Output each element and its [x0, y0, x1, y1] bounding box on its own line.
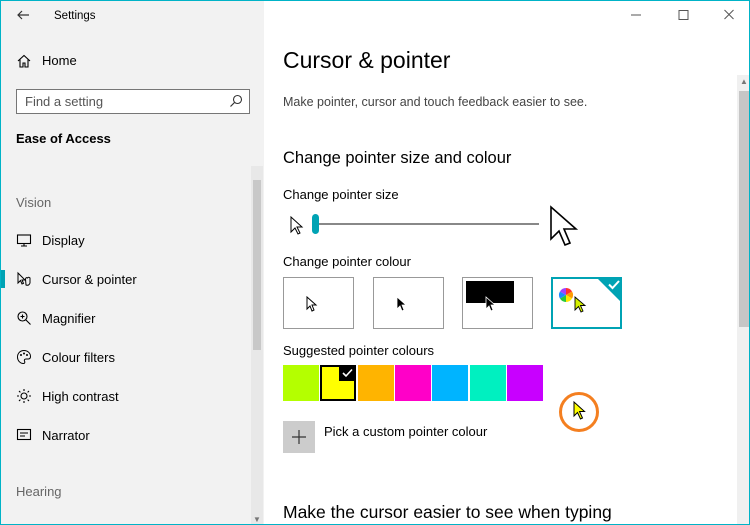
- sidebar-item-cursor-pointer[interactable]: Cursor & pointer: [1, 264, 251, 294]
- main-scrollbar-thumb[interactable]: [739, 91, 749, 327]
- pointer-colour-label: Change pointer colour: [283, 254, 411, 269]
- sidebar-item-label: Home: [42, 53, 77, 68]
- sidebar-item-label: High contrast: [42, 389, 119, 404]
- pointer-size-slider[interactable]: [284, 211, 584, 239]
- search-input[interactable]: [17, 90, 217, 113]
- slider-thumb[interactable]: [312, 214, 319, 234]
- maximize-icon[interactable]: [673, 6, 693, 24]
- swatch-blue[interactable]: [432, 365, 468, 401]
- swatch-yellow[interactable]: [320, 365, 356, 401]
- white-pointer-icon: [306, 296, 318, 312]
- suggested-colours-label: Suggested pointer colours: [283, 343, 435, 358]
- search-icon[interactable]: [229, 94, 243, 108]
- group-heading-vision: Vision: [16, 195, 52, 210]
- pointer-colour-inverted[interactable]: [462, 277, 533, 329]
- section-heading-size-colour: Change pointer size and colour: [283, 149, 512, 167]
- app-title: Settings: [54, 10, 96, 22]
- pointer-colour-black[interactable]: [373, 277, 444, 329]
- sidebar-item-label: Magnifier: [42, 311, 96, 326]
- yellow-pointer-icon: [573, 400, 586, 420]
- colour-filters-icon: [16, 349, 32, 365]
- sidebar: Settings Home Ease of Access Vision Disp…: [1, 1, 264, 524]
- monitor-icon: [16, 234, 32, 247]
- settings-window: Settings Home Ease of Access Vision Disp…: [0, 0, 750, 525]
- minimize-icon[interactable]: [626, 6, 646, 24]
- pointer-size-label: Change pointer size: [283, 187, 399, 202]
- slider-track[interactable]: [314, 223, 539, 225]
- pick-custom-colour-label: Pick a custom pointer colour: [324, 424, 488, 439]
- brightness-icon: [17, 389, 31, 403]
- large-pointer-icon: [550, 205, 579, 247]
- sidebar-item-home[interactable]: Home: [1, 47, 264, 75]
- sidebar-item-narrator[interactable]: Narrator: [1, 420, 251, 450]
- plus-icon: [283, 421, 315, 453]
- scroll-down-arrow-icon[interactable]: ▼: [253, 515, 261, 524]
- cursor-pointer-icon: [17, 271, 31, 286]
- small-pointer-icon: [290, 215, 304, 235]
- page-title: Cursor & pointer: [283, 47, 451, 73]
- swatch-pink[interactable]: [395, 365, 431, 401]
- sidebar-item-magnifier[interactable]: Magnifier: [1, 303, 251, 333]
- sidebar-item-label: Narrator: [42, 428, 90, 443]
- sidebar-item-label: Cursor & pointer: [42, 272, 137, 287]
- close-icon[interactable]: [719, 6, 739, 24]
- current-section-heading: Ease of Access: [16, 131, 111, 146]
- main-content: Cursor & pointer Make pointer, cursor an…: [264, 1, 749, 524]
- title-bar: Settings: [1, 1, 264, 31]
- black-pointer-icon: [396, 296, 408, 312]
- scroll-up-arrow-icon[interactable]: ▲: [740, 77, 748, 86]
- back-arrow-icon[interactable]: [15, 7, 31, 23]
- sidebar-scrollbar[interactable]: ▼: [251, 166, 263, 524]
- section-heading-typing: Make the cursor easier to see when typin…: [283, 502, 612, 522]
- sidebar-item-colour-filters[interactable]: Colour filters: [1, 342, 251, 372]
- colour-wheel-icon: [559, 288, 573, 302]
- page-description: Make pointer, cursor and touch feedback …: [283, 95, 588, 109]
- pointer-colour-white[interactable]: [283, 277, 354, 329]
- swatch-purple[interactable]: [507, 365, 543, 401]
- custom-pointer-icon: [574, 296, 587, 313]
- checkmark-icon: [596, 277, 622, 303]
- swatch-orange[interactable]: [358, 365, 394, 401]
- sidebar-scrollbar-thumb[interactable]: [253, 180, 261, 350]
- search-box[interactable]: [16, 89, 250, 114]
- magnifier-icon: [17, 311, 31, 325]
- narrator-icon: [16, 428, 32, 441]
- window-controls: [611, 1, 749, 31]
- sidebar-item-high-contrast[interactable]: High contrast: [1, 381, 251, 411]
- pointer-colour-custom[interactable]: [551, 277, 622, 329]
- sidebar-item-display[interactable]: Display: [1, 225, 251, 255]
- inverted-pointer-icon: [485, 296, 497, 312]
- main-scrollbar[interactable]: ▲: [737, 75, 749, 524]
- group-heading-hearing: Hearing: [16, 484, 62, 499]
- swatch-teal[interactable]: [470, 365, 506, 401]
- pick-custom-colour-button[interactable]: Pick a custom pointer colour: [283, 421, 523, 453]
- swatch-lime[interactable]: [283, 365, 319, 401]
- sidebar-item-label: Colour filters: [42, 350, 115, 365]
- checkmark-icon: [339, 365, 356, 381]
- sidebar-item-label: Display: [42, 233, 85, 248]
- home-icon: [17, 54, 31, 68]
